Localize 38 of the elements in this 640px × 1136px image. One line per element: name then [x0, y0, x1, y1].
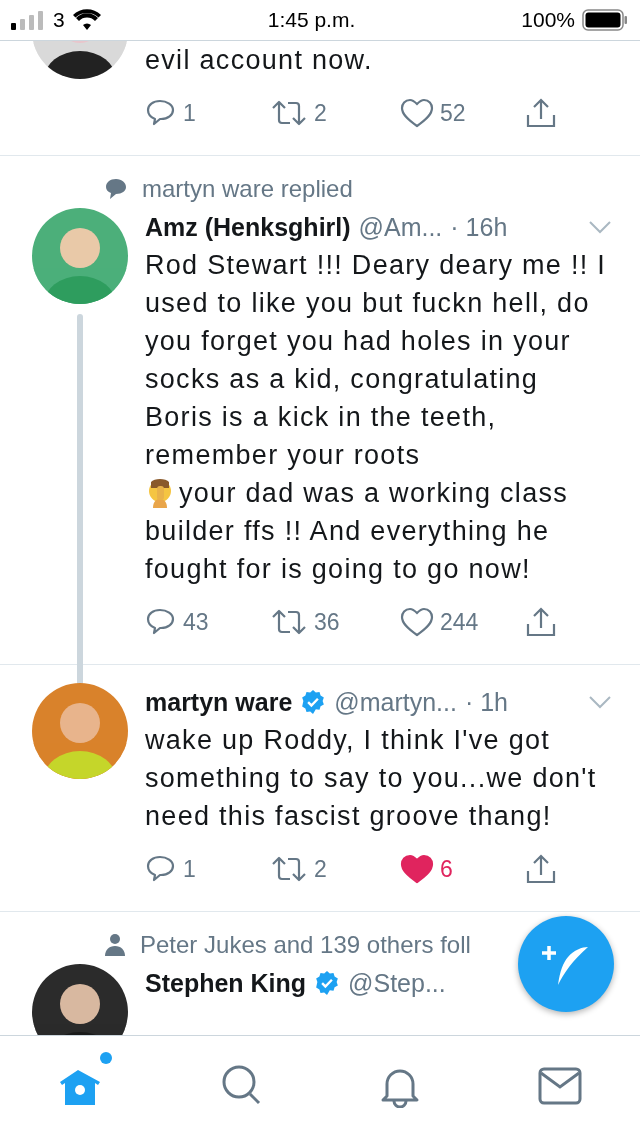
retweet-button[interactable]: 2 — [270, 98, 400, 128]
person-icon — [104, 933, 126, 957]
like-button[interactable]: 52 — [400, 98, 525, 128]
tweet-time: · 1h — [464, 687, 508, 717]
wifi-icon — [71, 9, 102, 31]
like-button[interactable]: 6 — [400, 854, 525, 884]
speech-bubble-icon — [104, 177, 128, 201]
reply-button[interactable]: 1 — [145, 853, 270, 885]
signal-icon — [10, 10, 46, 30]
tweet-text: your dad was a working class — [179, 477, 569, 510]
author-name[interactable]: martyn ware — [145, 687, 293, 717]
like-button[interactable]: 244 — [400, 607, 525, 637]
tweet-time: · 16h — [450, 212, 508, 242]
social-context-text: martyn ware replied — [142, 175, 353, 203]
author-handle: @martyn... — [334, 687, 457, 717]
retweet-icon — [270, 607, 308, 637]
social-context-text: Peter Jukes and 139 others foll — [140, 931, 471, 959]
retweet-button[interactable]: 36 — [270, 607, 400, 637]
author-handle: @Am... — [358, 212, 443, 242]
tweet-text: evil account now. — [145, 44, 374, 77]
tweet-text: wake up Roddy, I think I've got something to say to you...we don't need this fascist groove thang! — [145, 724, 598, 833]
battery-percent: 100% — [521, 8, 575, 32]
retweet-button[interactable]: 2 — [270, 854, 400, 884]
carrier-text: 3 — [53, 8, 65, 32]
share-icon — [525, 606, 557, 638]
author-handle: @Step... — [348, 968, 446, 998]
author-name[interactable]: Amz (Henksghirl) — [145, 212, 351, 242]
share-icon — [525, 853, 557, 885]
compose-button[interactable] — [518, 916, 614, 1012]
battery-icon — [582, 9, 628, 31]
retweet-icon — [270, 854, 308, 884]
tweet-text: builder ffs !! And everything he fought for is going to go now! — [145, 515, 551, 586]
clock-text: 1:45 p.m. — [267, 8, 356, 32]
share-icon — [525, 97, 557, 129]
reply-button[interactable]: 1 — [145, 97, 270, 129]
reply-button[interactable]: 43 — [145, 606, 270, 638]
retweet-icon — [270, 98, 308, 128]
author-name[interactable]: Stephen King — [145, 968, 307, 998]
